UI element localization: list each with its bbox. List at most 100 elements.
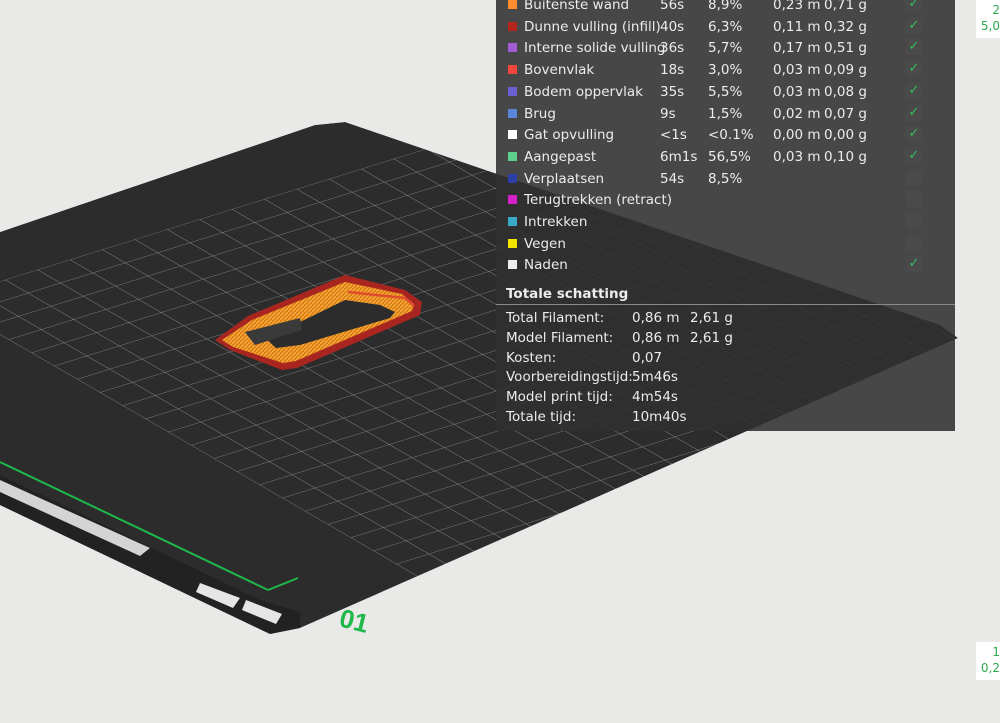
side-label-bottom-line2: 0,2	[980, 661, 1000, 675]
side-label-bottom-line1: 1	[992, 645, 1000, 659]
legend-visibility-checkbox[interactable]	[906, 169, 922, 186]
legend-length: 0,03 m	[773, 148, 821, 165]
legend-color-swatch	[508, 260, 517, 270]
legend-color-swatch	[508, 195, 517, 205]
totals-row: Kosten: 0,07	[496, 350, 955, 370]
totals-divider	[496, 304, 955, 305]
legend-row: Bovenvlak 18s 3,0% 0,03 m 0,09 g ✓	[496, 59, 955, 80]
legend-feature-name: Bodem oppervlak	[524, 83, 643, 100]
totals-value: 5m46s	[632, 369, 678, 386]
legend-time: 18s	[660, 62, 685, 79]
legend-row: Naden ✓	[496, 254, 955, 275]
totals-value: 10m40s	[632, 409, 687, 425]
legend-feature-name: Intrekken	[524, 214, 588, 230]
totals-value: 0,07	[632, 349, 663, 366]
legend-row: Brug 9s 1,5% 0,02 m 0,07 g ✓	[496, 103, 955, 124]
legend-weight: 0,51 g	[824, 40, 867, 57]
legend-row: Verplaatsen 54s 8,5%	[496, 168, 955, 189]
legend-color-swatch	[508, 21, 517, 31]
legend-percent: 1,5%	[708, 105, 743, 122]
totals-value: 4m54s	[632, 389, 678, 406]
legend-visibility-checkbox[interactable]	[906, 213, 922, 229]
legend-percent: 5,7%	[708, 40, 743, 57]
legend-length: 0,03 m	[773, 62, 821, 79]
legend-visibility-checkbox[interactable]: ✓	[906, 104, 922, 121]
legend-row: Interne solide vulling 36s 5,7% 0,17 m 0,51 …	[496, 37, 955, 58]
totals-label: Voorbereidingstijd:	[506, 369, 633, 386]
legend-color-swatch	[508, 65, 517, 75]
totals-heading: Totale schatting	[506, 286, 629, 302]
gcode-legend-panel: Buitenste wand 56s 8,9% 0,23 m 0,71 g ✓ Dunne …	[496, 0, 955, 431]
totals-row: Total Filament: 0,86 m 2,61 g	[496, 310, 955, 330]
legend-feature-name: Brug	[524, 105, 556, 122]
legend-feature-name: Buitenste wand	[524, 0, 630, 13]
legend-time: 54s	[660, 170, 685, 187]
totals-value-secondary: 2,61 g	[690, 329, 733, 346]
legend-time: 35s	[660, 83, 685, 100]
legend-row: Aangepast 6m1s 56,5% 0,03 m 0,10 g ✓	[496, 146, 955, 167]
legend-visibility-checkbox[interactable]: ✓	[906, 39, 922, 56]
legend-visibility-checkbox[interactable]: ✓	[906, 82, 922, 99]
legend-length: 0,17 m	[773, 40, 821, 57]
legend-row: Vegen	[496, 233, 955, 254]
totals-value: 0,86 m	[632, 310, 680, 326]
legend-visibility-checkbox[interactable]: ✓	[906, 61, 922, 78]
legend-color-swatch	[508, 108, 517, 118]
legend-visibility-checkbox[interactable]	[906, 234, 922, 251]
legend-visibility-checkbox[interactable]: ✓	[906, 147, 922, 164]
legend-percent: 5,5%	[708, 83, 743, 100]
totals-label: Model Filament:	[506, 329, 614, 346]
legend-weight: 0,10 g	[824, 148, 867, 165]
legend-visibility-checkbox[interactable]: ✓	[906, 126, 922, 143]
legend-row: Intrekken	[496, 211, 955, 232]
legend-row: Gat opvulling <1s <0.1% 0,00 m 0,00 g ✓	[496, 124, 955, 145]
legend-feature-name: Naden	[524, 257, 568, 274]
legend-feature-name: Vegen	[524, 235, 566, 252]
legend-feature-name: Bovenvlak	[524, 62, 595, 79]
legend-color-swatch	[508, 0, 517, 9]
legend-visibility-checkbox[interactable]: ✓	[906, 17, 922, 34]
legend-color-swatch	[508, 238, 517, 248]
legend-percent: 6,3%	[708, 18, 743, 35]
totals-row: Model Filament: 0,86 m 2,61 g	[496, 330, 955, 350]
legend-feature-name: Verplaatsen	[524, 170, 605, 187]
totals-row: Model print tijd: 4m54s	[496, 389, 955, 409]
legend-time: 6m1s	[660, 148, 698, 165]
legend-percent: <0.1%	[708, 127, 754, 144]
legend-color-swatch	[508, 173, 517, 183]
legend-weight: 0,32 g	[824, 18, 867, 35]
legend-time: 36s	[660, 40, 685, 57]
legend-length: 0,11 m	[773, 18, 821, 35]
legend-percent: 8,5%	[708, 170, 743, 187]
legend-feature-name: Aangepast	[524, 148, 597, 165]
legend-weight: 0,08 g	[824, 83, 867, 100]
legend-visibility-checkbox[interactable]	[906, 191, 922, 208]
totals-value-secondary: 2,61 g	[690, 310, 733, 326]
legend-length: 0,02 m	[773, 105, 821, 122]
side-label-bottom: 1 0,2	[976, 642, 1000, 680]
legend-visibility-checkbox[interactable]: ✓	[906, 256, 922, 273]
legend-color-swatch	[508, 151, 517, 161]
legend-row: Terugtrekken (retract)	[496, 189, 955, 210]
legend-color-swatch	[508, 130, 517, 140]
legend-length: 0,00 m	[773, 127, 821, 144]
legend-length: 0,03 m	[773, 83, 821, 100]
legend-color-swatch	[508, 86, 517, 96]
legend-percent: 3,0%	[708, 62, 743, 79]
legend-time: <1s	[660, 127, 687, 144]
totals-row: Totale tijd: 10m40s	[496, 409, 955, 429]
totals-value: 0,86 m	[632, 329, 680, 346]
legend-weight: 0,71 g	[824, 0, 867, 13]
side-label-top: 2 5,0	[976, 0, 1000, 38]
legend-feature-name: Gat opvulling	[524, 127, 615, 144]
totals-label: Totale tijd:	[506, 409, 577, 425]
legend-visibility-checkbox[interactable]: ✓	[906, 0, 922, 12]
totals-label: Model print tijd:	[506, 389, 613, 406]
legend-row: Bodem oppervlak 35s 5,5% 0,03 m 0,08 g ✓	[496, 81, 955, 102]
legend-feature-name: Interne solide vulling	[524, 40, 666, 57]
legend-feature-name: Terugtrekken (retract)	[524, 192, 673, 209]
legend-length: 0,23 m	[773, 0, 821, 13]
legend-weight: 0,09 g	[824, 62, 867, 79]
legend-color-swatch	[508, 43, 517, 53]
totals-row: Voorbereidingstijd: 5m46s	[496, 369, 955, 389]
